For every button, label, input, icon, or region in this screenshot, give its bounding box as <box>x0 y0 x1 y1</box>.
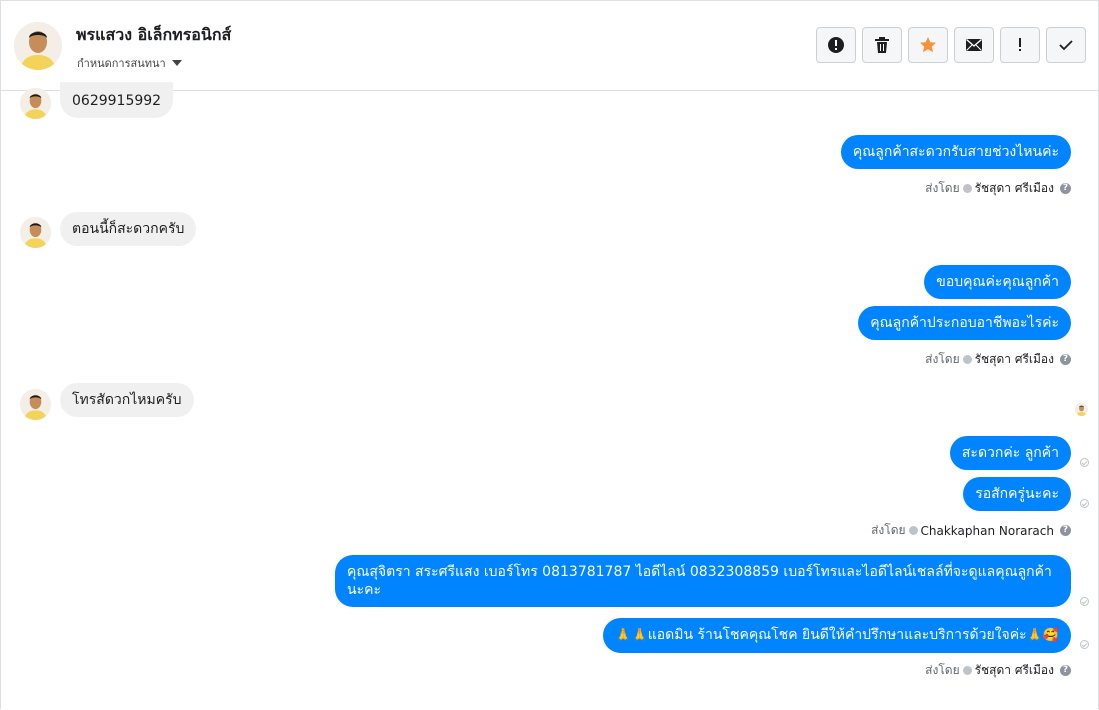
message-meta: ส่งโดย Chakkaphan Norarach ? <box>871 521 1071 540</box>
help-icon[interactable]: ? <box>1060 525 1071 536</box>
assign-label: กำหนดการสนทนา <box>77 57 166 70</box>
sender-name[interactable]: รัชสุดา ศรีเมือง <box>975 179 1054 198</box>
contact-avatar[interactable] <box>14 22 62 70</box>
agent-badge-icon <box>962 184 972 193</box>
help-icon[interactable]: ? <box>1060 354 1071 365</box>
seen-avatar <box>1075 403 1088 416</box>
folded-hands-emoji-icon: 🙏 <box>631 628 648 643</box>
message-outgoing[interactable]: คุณลูกค้าสะดวกรับสายช่วงไหนค่ะ <box>840 135 1071 169</box>
contact-avatar-small <box>20 217 51 248</box>
sent-by-label: ส่งโดย <box>871 523 906 537</box>
message-outgoing[interactable]: รอสักครู่นะคะ <box>963 477 1071 511</box>
conversation-header: พรแสวง อิเล็กทรอนิกส์ กำหนดการสนทนา <box>1 1 1098 91</box>
message-incoming[interactable]: 0629915992 <box>60 82 174 118</box>
message-meta: ส่งโดย รัชสุดา ศรีเมือง ? <box>925 179 1071 198</box>
check-icon <box>1059 40 1073 51</box>
contact-name: พรแสวง อิเล็กทรอนิกส์ <box>76 25 232 44</box>
sent-by-label: ส่งโดย <box>925 352 960 366</box>
agent-badge-icon <box>908 526 918 535</box>
assign-conversation-dropdown[interactable]: กำหนดการสนทนา <box>77 54 182 72</box>
mark-done-button[interactable] <box>1046 27 1086 63</box>
exclamation-icon <box>1019 38 1021 51</box>
contact-avatar-small <box>20 389 51 420</box>
delivered-check-icon <box>1080 499 1089 508</box>
delete-button[interactable] <box>862 27 902 63</box>
conversation-toolbar <box>816 27 1086 63</box>
star-icon <box>920 37 936 53</box>
delivered-check-icon <box>1080 640 1089 649</box>
mark-unread-button[interactable] <box>954 27 994 63</box>
sender-name[interactable]: Chakkaphan Norarach <box>921 524 1054 538</box>
agent-badge-icon <box>962 666 972 675</box>
envelope-icon <box>966 38 982 51</box>
trash-icon <box>875 37 889 53</box>
sender-name[interactable]: รัชสุดา ศรีเมือง <box>975 661 1054 680</box>
help-icon[interactable]: ? <box>1060 665 1071 676</box>
message-outgoing[interactable]: สะดวกค่ะ ลูกค้า <box>949 436 1071 470</box>
help-icon[interactable]: ? <box>1060 183 1071 194</box>
message-outgoing[interactable]: คุณลูกค้าประกอบอาชีพอะไรค่ะ <box>858 306 1071 340</box>
delivered-check-icon <box>1080 458 1089 467</box>
folded-hands-emoji-icon: 🙏 <box>1026 628 1043 643</box>
mark-spam-button[interactable] <box>816 27 856 63</box>
folded-hands-emoji-icon: 🙏 <box>615 628 632 643</box>
delivered-check-icon <box>1080 597 1089 606</box>
message-outgoing[interactable]: ขอบคุณค่ะคุณลูกค้า <box>924 265 1071 299</box>
message-outgoing-long[interactable]: คุณสุจิตรา สระศรีแสง เบอร์โทร 0813781787… <box>335 555 1071 607</box>
agent-badge-icon <box>962 355 972 364</box>
message-meta: ส่งโดย รัชสุดา ศรีเมือง ? <box>925 661 1071 680</box>
message-outgoing[interactable]: 🙏🙏แอดมิน ร้านโชคคุณโชค ยินดีให้คำปรึกษาแ… <box>603 618 1071 653</box>
message-meta: ส่งโดย รัชสุดา ศรีเมือง ? <box>925 350 1071 369</box>
message-text: แอดมิน ร้านโชคคุณโชค ยินดีให้คำปรึกษาและ… <box>647 627 1027 643</box>
sent-by-label: ส่งโดย <box>925 663 960 677</box>
sender-name[interactable]: รัชสุดา ศรีเมือง <box>975 350 1054 369</box>
caret-down-icon <box>171 60 182 66</box>
contact-avatar-small <box>20 88 51 119</box>
message-incoming[interactable]: ตอนนี้ก็สะดวกครับ <box>60 212 197 246</box>
smiling-hearts-emoji-icon: 🥰 <box>1042 628 1059 643</box>
follow-up-button[interactable] <box>1000 27 1040 63</box>
message-incoming[interactable]: โทรสัดวกไหมครับ <box>60 383 194 417</box>
alert-circle-icon <box>828 37 844 53</box>
sent-by-label: ส่งโดย <box>925 181 960 195</box>
star-button[interactable] <box>908 27 948 63</box>
